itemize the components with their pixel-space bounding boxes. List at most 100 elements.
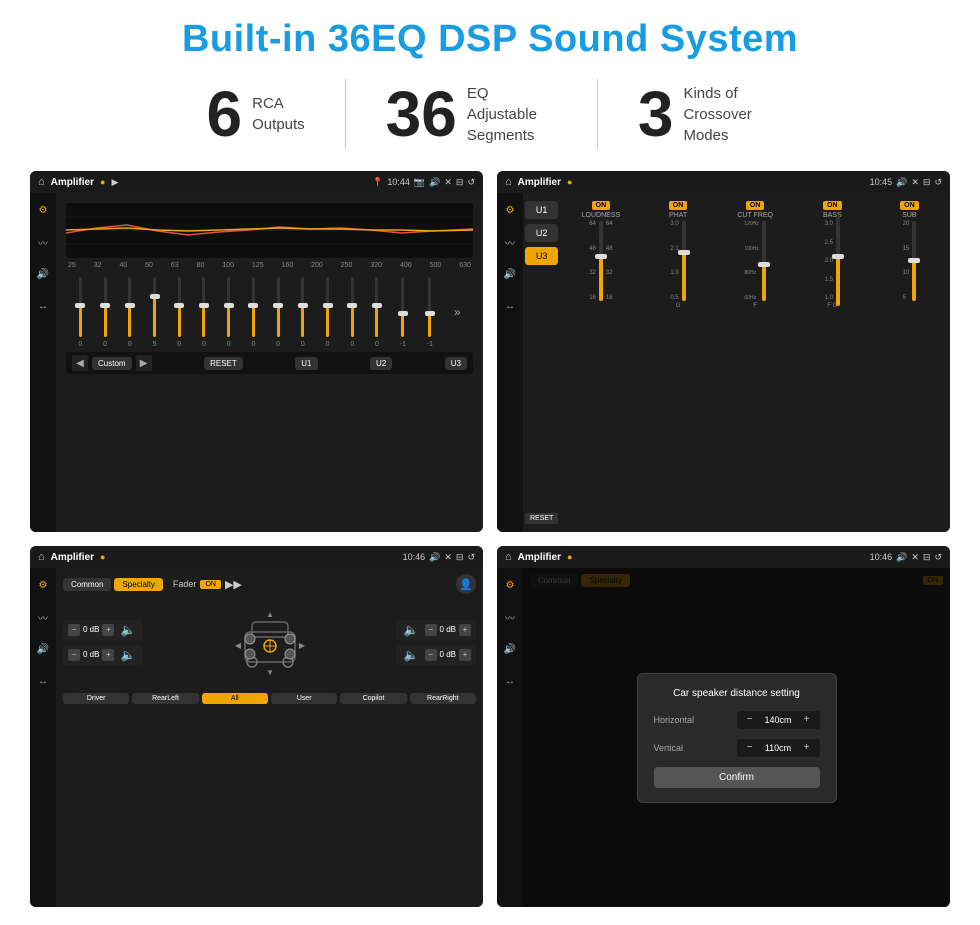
side-icon-wave-3[interactable]: 〰 bbox=[34, 608, 52, 626]
confirm-btn[interactable]: Confirm bbox=[654, 767, 820, 788]
eq-prev-btn[interactable]: ◀ bbox=[72, 355, 88, 371]
bass-track[interactable] bbox=[836, 216, 840, 306]
btn-driver[interactable]: Driver bbox=[63, 693, 129, 704]
win-icon-2[interactable]: ⊟ bbox=[923, 177, 931, 188]
cross-reset-btn[interactable]: RESET bbox=[525, 513, 558, 524]
ch-minus-lb[interactable]: − bbox=[68, 649, 80, 661]
side-icon-eq-2[interactable]: ⚙ bbox=[501, 201, 519, 219]
btn-user[interactable]: User bbox=[271, 693, 337, 704]
eq-slider-8[interactable]: 0 bbox=[276, 272, 280, 352]
back-icon-2[interactable]: ↺ bbox=[934, 177, 942, 188]
home-icon-3[interactable]: ⌂ bbox=[38, 551, 45, 563]
eq-graph bbox=[66, 203, 473, 258]
btn-all[interactable]: All bbox=[202, 693, 268, 704]
btn-rearleft[interactable]: RearLeft bbox=[132, 693, 198, 704]
dialog-title: Car speaker distance setting bbox=[654, 688, 820, 699]
x-icon-2[interactable]: ✕ bbox=[911, 177, 919, 188]
x-icon-1[interactable]: ✕ bbox=[444, 177, 452, 188]
ch-plus-rb[interactable]: + bbox=[459, 649, 471, 661]
ch-plus-lb[interactable]: + bbox=[102, 649, 114, 661]
side-icon-eq-3[interactable]: ⚙ bbox=[34, 576, 52, 594]
ch-plus-rt[interactable]: + bbox=[459, 624, 471, 636]
eq-slider-1[interactable]: 0 bbox=[103, 272, 107, 352]
home-icon-4[interactable]: ⌂ bbox=[505, 551, 512, 563]
side-icons-2: ⚙ 〰 🔊 ↔ bbox=[497, 193, 523, 532]
eq-next-icon[interactable]: » bbox=[454, 305, 461, 319]
eq-slider-11[interactable]: 0 bbox=[350, 272, 354, 352]
eq-slider-6[interactable]: 0 bbox=[227, 272, 231, 352]
ch-minus-rb[interactable]: − bbox=[425, 649, 437, 661]
eq-u1-btn[interactable]: U1 bbox=[295, 357, 317, 370]
side-icon-sp-2[interactable]: 🔊 bbox=[501, 265, 519, 283]
eq-slider-4[interactable]: 0 bbox=[177, 272, 181, 352]
side-icon-wave-4[interactable]: 〰 bbox=[501, 608, 519, 626]
ch-plus-lt[interactable]: + bbox=[102, 624, 114, 636]
eq-custom-btn[interactable]: Custom bbox=[92, 357, 132, 370]
eq-reset-btn[interactable]: RESET bbox=[204, 357, 243, 370]
win-icon-1[interactable]: ⊟ bbox=[456, 177, 464, 188]
home-icon-1[interactable]: ⌂ bbox=[38, 176, 45, 188]
vertical-minus[interactable]: − bbox=[743, 741, 757, 755]
sub-track[interactable] bbox=[912, 221, 916, 301]
eq-slider-13[interactable]: -1 bbox=[400, 272, 406, 352]
side-icon-wave-2[interactable]: 〰 bbox=[501, 233, 519, 251]
tab-specialty-3[interactable]: Specialty bbox=[114, 578, 162, 591]
x-icon-4[interactable]: ✕ bbox=[911, 552, 919, 563]
eq-slider-2[interactable]: 0 bbox=[128, 272, 132, 352]
side-icon-wave[interactable]: 〰 bbox=[34, 233, 52, 251]
x-icon-3[interactable]: ✕ bbox=[444, 552, 452, 563]
cutfreq-on[interactable]: ON bbox=[746, 201, 765, 210]
eq-u2-btn[interactable]: U2 bbox=[370, 357, 392, 370]
stat-number-rca: 6 bbox=[207, 82, 243, 146]
ch-minus-rt[interactable]: − bbox=[425, 624, 437, 636]
sub-on[interactable]: ON bbox=[900, 201, 919, 210]
on-toggle-3[interactable]: ON bbox=[200, 580, 221, 589]
horizontal-plus[interactable]: + bbox=[800, 713, 814, 727]
side-icon-speaker[interactable]: 🔊 bbox=[34, 265, 52, 283]
side-icon-arr-2[interactable]: ↔ bbox=[501, 297, 519, 315]
eq-slider-10[interactable]: 0 bbox=[326, 272, 330, 352]
cutfreq-track[interactable] bbox=[762, 221, 766, 301]
eq-slider-5[interactable]: 0 bbox=[202, 272, 206, 352]
u1-btn[interactable]: U1 bbox=[525, 201, 558, 219]
loudness-on[interactable]: ON bbox=[592, 201, 611, 210]
tab-common-3[interactable]: Common bbox=[63, 578, 111, 591]
eq-slider-14[interactable]: -1 bbox=[427, 272, 433, 352]
stat-crossover: 3 Kinds of Crossover Modes bbox=[598, 82, 814, 146]
user-icon-3[interactable]: 👤 bbox=[456, 574, 476, 594]
loudness-track[interactable] bbox=[599, 221, 603, 301]
u3-btn[interactable]: U3 bbox=[525, 247, 558, 265]
btn-copilot[interactable]: Copilot bbox=[340, 693, 406, 704]
ch-minus-lt[interactable]: − bbox=[68, 624, 80, 636]
side-icon-sp-4[interactable]: 🔊 bbox=[501, 640, 519, 658]
win-icon-3[interactable]: ⊟ bbox=[456, 552, 464, 563]
u2-btn[interactable]: U2 bbox=[525, 224, 558, 242]
back-icon-1[interactable]: ↺ bbox=[467, 177, 475, 188]
side-icon-arr-3[interactable]: ↔ bbox=[34, 672, 52, 690]
phat-track[interactable] bbox=[682, 221, 686, 301]
eq-next-btn[interactable]: ▶ bbox=[136, 355, 152, 371]
side-icon-sp-3[interactable]: 🔊 bbox=[34, 640, 52, 658]
eq-slider-12[interactable]: 0 bbox=[375, 272, 379, 352]
home-icon-2[interactable]: ⌂ bbox=[505, 176, 512, 188]
side-icon-eq-4[interactable]: ⚙ bbox=[501, 576, 519, 594]
phat-on[interactable]: ON bbox=[669, 201, 688, 210]
eq-slider-0[interactable]: 0 bbox=[78, 272, 82, 352]
car-svg: ▲ ▼ ◀ ▶ bbox=[230, 607, 310, 677]
vertical-plus[interactable]: + bbox=[800, 741, 814, 755]
win-icon-4[interactable]: ⊟ bbox=[923, 552, 931, 563]
eq-u3-btn[interactable]: U3 bbox=[445, 357, 467, 370]
eq-slider-7[interactable]: 0 bbox=[251, 272, 255, 352]
svg-text:◀: ◀ bbox=[234, 641, 241, 650]
bass-on[interactable]: ON bbox=[823, 201, 842, 210]
side-icon-arrows[interactable]: ↔ bbox=[34, 297, 52, 315]
back-icon-3[interactable]: ↺ bbox=[467, 552, 475, 563]
eq-slider-3[interactable]: 5 bbox=[153, 272, 157, 352]
side-icon-eq[interactable]: ⚙ bbox=[34, 201, 52, 219]
svg-text:▶: ▶ bbox=[298, 641, 305, 650]
btn-rearright[interactable]: RearRight bbox=[410, 693, 476, 704]
horizontal-minus[interactable]: − bbox=[743, 713, 757, 727]
back-icon-4[interactable]: ↺ bbox=[934, 552, 942, 563]
side-icon-arr-4[interactable]: ↔ bbox=[501, 672, 519, 690]
eq-slider-9[interactable]: 0 bbox=[301, 272, 305, 352]
